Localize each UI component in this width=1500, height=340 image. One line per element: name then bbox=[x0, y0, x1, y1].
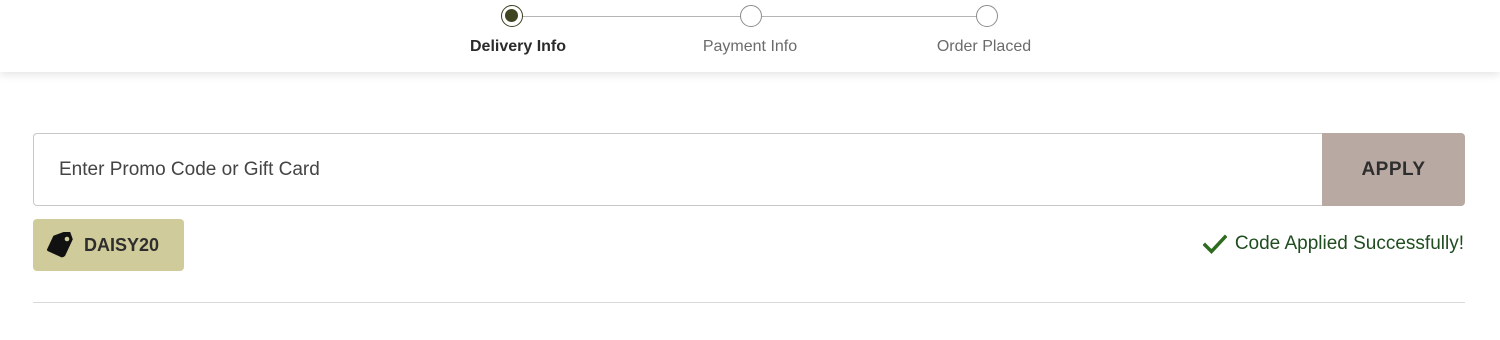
apply-button[interactable]: APPLY bbox=[1322, 133, 1465, 206]
applied-code-chip[interactable]: DAISY20 bbox=[33, 219, 184, 271]
step-delivery-indicator[interactable] bbox=[501, 5, 523, 27]
section-divider bbox=[33, 302, 1465, 303]
applied-code-text: DAISY20 bbox=[84, 234, 160, 255]
step-payment-indicator[interactable] bbox=[740, 5, 762, 27]
promo-code-input[interactable] bbox=[33, 133, 1325, 206]
stepper-connector bbox=[522, 16, 742, 17]
step-order-placed-indicator[interactable] bbox=[976, 5, 998, 27]
stepper-connector bbox=[760, 16, 978, 17]
success-text: Code Applied Successfully! bbox=[1234, 233, 1464, 254]
tag-icon bbox=[46, 232, 73, 258]
checkmark-icon bbox=[1202, 234, 1227, 255]
step-payment-label[interactable]: Payment Info bbox=[650, 38, 850, 56]
promo-status-message: Code Applied Successfully! bbox=[1202, 232, 1464, 256]
step-order-placed-label[interactable]: Order Placed bbox=[884, 38, 1084, 56]
checkout-stepper: Delivery Info Payment Info Order Placed bbox=[0, 0, 1500, 72]
promo-code-form: APPLY bbox=[33, 133, 1465, 206]
step-delivery-label[interactable]: Delivery Info bbox=[418, 38, 618, 56]
